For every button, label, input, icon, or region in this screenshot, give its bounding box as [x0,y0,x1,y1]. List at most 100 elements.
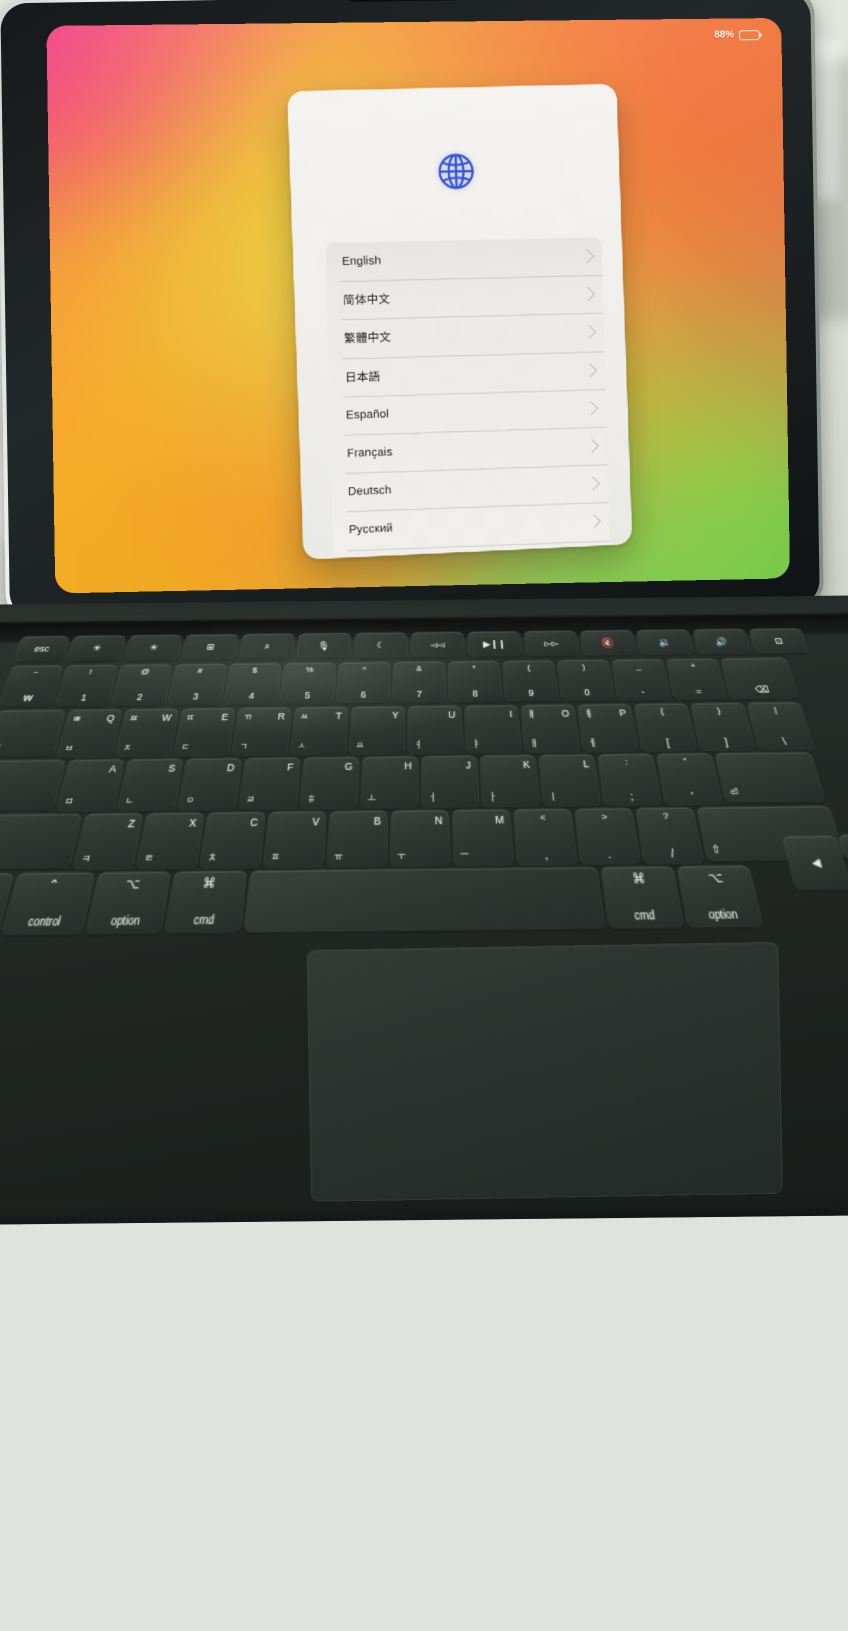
key-c[interactable]: Cㅊ [200,812,265,869]
option-key-right[interactable]: ⌥ option [677,865,763,928]
status-bar: 88% [714,29,762,41]
play-pause-icon[interactable]: ▶❙❙ [468,631,522,657]
key-hangul-shift: ㅖ [583,708,594,719]
key-b[interactable]: Bㅠ [327,810,388,868]
key-punct[interactable]: ? / [636,807,704,865]
key--[interactable]: _ - [611,659,671,701]
key-hangul-shift: ㅉ [128,713,139,724]
key-s[interactable]: Sㄴ [117,758,183,812]
key-n[interactable]: Nㅜ [390,810,450,867]
key-u[interactable]: Uㅕ [408,706,463,755]
key-h[interactable]: Hㅗ [361,756,418,809]
key-bottom-glyph: \ [781,735,788,748]
key-f[interactable]: Fㄹ [239,757,301,811]
space-bar[interactable] [244,867,605,933]
key-z[interactable]: Zㅋ [73,813,143,871]
do-not-disturb-icon[interactable]: ☾ [354,632,407,658]
key-hangul-shift: ㅃ [71,714,83,724]
rewind-icon[interactable]: ◅◅ [411,632,464,658]
escape-key[interactable]: esc [14,636,70,662]
key-w[interactable]: W ㅈ ㅉ [115,709,179,758]
key-q[interactable]: Q ㅂ ㅃ [56,709,122,759]
key-o[interactable]: O ㅐ ㅒ [521,704,580,754]
key-5[interactable]: % 5 [280,662,336,704]
chevron-right-icon [582,325,597,340]
volume-up-icon[interactable]: 🔊 [693,629,751,655]
key-hangul: ㅠ [333,850,344,863]
brightness-up-icon[interactable]: ☀ [124,635,182,661]
key-y[interactable]: Yㅛ [349,706,405,755]
key-6[interactable]: ^ 6 [337,662,390,704]
app-grid-icon[interactable]: ⊞ [182,634,238,660]
trackpad[interactable] [307,942,782,1201]
chevron-right-icon [585,438,600,453]
key-j[interactable]: Jㅓ [421,755,479,809]
key-d[interactable]: Dㅇ [178,758,242,811]
caps-lock-key[interactable]: 한/A [0,760,66,811]
key-[[interactable]: {[ [634,703,697,752]
key-2[interactable]: @2 [111,664,172,706]
language-label: Deutsch [347,484,392,499]
fast-forward-icon[interactable]: ▻▻ [524,630,579,657]
command-key-right[interactable]: ⌘ cmd [601,866,684,929]
key-k[interactable]: Kㅏ [480,755,540,808]
key-=[interactable]: + = [666,658,727,700]
key-hangul: ㄷ [180,742,191,753]
key-p[interactable]: P ㅔ ㅖ [577,704,639,753]
brightness-down-icon[interactable]: ☀ [67,635,126,661]
key-g[interactable]: Gㅎ [300,757,359,810]
key-hangul: ㅇ [185,794,196,806]
return-key[interactable]: ⏎ [715,752,825,803]
key-letter: N [434,814,443,827]
key-punct[interactable]: " ' [656,753,723,806]
key-i[interactable]: Iㅑ [464,705,521,754]
key-e[interactable]: E ㄷ ㄸ [174,708,235,757]
key-x[interactable]: Xㅌ [136,812,204,870]
key-][interactable]: }] [690,703,756,752]
key-bottom-glyph: [ [665,737,671,749]
volume-down-icon[interactable]: 🔉 [636,629,694,655]
key-r[interactable]: R ㄱ ㄲ [232,707,292,757]
mute-icon[interactable]: 🔇 [580,630,637,656]
key-1[interactable]: ! 1 [55,665,118,707]
key-hangul: ㅕ [413,739,423,750]
key-3[interactable]: #3 [168,664,227,705]
search-icon[interactable]: ⌕ [239,633,295,660]
lock-screen-icon[interactable]: ⊡ [749,628,809,654]
key-hangul-shift: ㅒ [527,709,537,720]
key-punct[interactable]: <, [513,809,577,866]
key-top-glyph: : [624,756,629,767]
key-bottom-glyph: / [669,847,676,861]
shift-key-left[interactable]: ⇧ [0,814,82,870]
key-hangul: ㅋ [80,853,93,865]
key-4[interactable]: $4 [224,663,281,705]
key-l[interactable]: Lㅣ [539,754,601,807]
key-letter: R [277,711,286,722]
key-⌫[interactable]: ⌫ [720,658,799,700]
key-bottom-glyph: . [607,847,612,861]
option-key-right-symbol: ⌥ [706,871,725,887]
key-m[interactable]: Mㅡ [452,809,514,867]
option-key[interactable]: ⌥ option [86,871,171,934]
key-a[interactable]: Aㅁ [56,759,124,812]
key-top-glyph: ( [526,662,531,672]
language-list: English 简体中文 繁體中文 日本語 Español Français Deutsch… [325,237,610,557]
key-punct[interactable]: :; [597,754,662,807]
key-punct[interactable]: >. [574,808,641,866]
key-9[interactable]: (9 [502,660,558,702]
key-v[interactable]: Vㅍ [263,811,326,869]
tab-key[interactable]: ⇥ [0,710,66,757]
control-key[interactable]: ⌃ control [1,872,95,935]
command-key[interactable]: ⌘ cmd [165,871,247,934]
key-7[interactable]: & 7 [393,661,446,703]
key-0[interactable]: ) 0 [557,660,615,701]
key-t[interactable]: T ㅅ ㅆ [291,707,348,756]
language-row[interactable]: English [325,237,602,281]
key-hangul: ㅎ [306,793,316,805]
arrow-left-key[interactable]: ◀ [782,836,848,890]
key-₩[interactable]: ~ ₩ [0,665,63,707]
key-bottom-glyph: 0 [583,687,591,698]
key-8[interactable]: * 8 [448,661,502,703]
microphone-icon[interactable]: 🎙 [296,633,351,659]
key-\[interactable]: | \ [747,702,814,751]
